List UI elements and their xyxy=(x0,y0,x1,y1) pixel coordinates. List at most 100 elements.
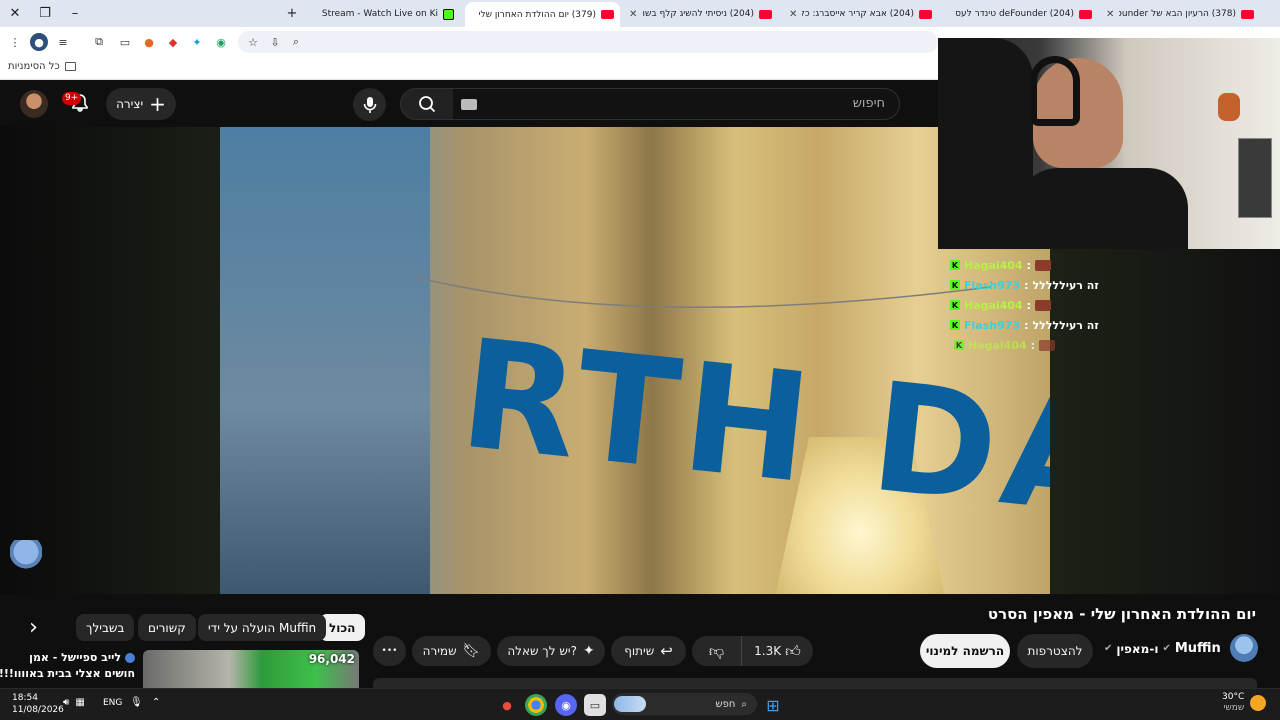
close-tab-icon[interactable]: ✕ xyxy=(1106,9,1114,20)
bookmark-star-icon[interactable]: ☆ xyxy=(244,33,262,51)
install-app-icon[interactable]: ⇩ xyxy=(266,33,284,51)
address-bar[interactable] xyxy=(238,31,938,53)
more-actions-button[interactable]: ••• xyxy=(373,636,406,666)
voice-search-button[interactable] xyxy=(353,88,386,121)
all-bookmarks-label: כל הסימניות xyxy=(8,61,60,72)
menu-dots-icon[interactable]: ⋮ xyxy=(6,33,24,51)
close-tab-icon[interactable]: ✕ xyxy=(789,9,797,20)
save-button[interactable]: שמירה 🔖︎ xyxy=(412,636,491,666)
save-label: שמירה xyxy=(422,644,457,658)
tab-title: (378) הרעיון הבא של deFounder xyxy=(1119,9,1236,19)
sun-weather-icon[interactable] xyxy=(1250,695,1266,711)
windows-start-icon[interactable]: ⊞ xyxy=(762,694,784,716)
ask-button[interactable]: יש לך שאלה? ✦ xyxy=(497,636,605,666)
kick-badge-icon: K xyxy=(950,280,960,290)
weather-temp: 30°C xyxy=(1222,692,1245,702)
browser-tab-bar: ✕ ❐ – + IGZ_ Stream - Watch Live on Ki (… xyxy=(0,0,1280,27)
close-tab-icon[interactable]: ✕ xyxy=(629,9,637,20)
browser-tab[interactable]: (204) ניסיתי להשיג קלף בשווי 00 ✕ xyxy=(623,3,778,25)
search-button[interactable] xyxy=(400,88,454,120)
kick-badge-icon: K xyxy=(950,320,960,330)
chat-username: Flash973 xyxy=(964,318,1021,332)
shelf-photos xyxy=(1238,138,1272,218)
chat-message: K Flash973: זה רעיללללל xyxy=(950,278,1099,292)
extension-green-icon[interactable]: ◉ xyxy=(212,33,230,51)
extension-red-icon[interactable]: ◆ xyxy=(164,33,182,51)
browser-tab[interactable]: (204) deFounder טינדר לעסקים xyxy=(943,3,1098,25)
screen-share-icon[interactable]: ▭ xyxy=(116,33,134,51)
emote-icon xyxy=(1035,299,1052,311)
show-hidden-icons-icon[interactable]: ⌃ xyxy=(152,697,160,708)
file-explorer-icon[interactable]: ▭ xyxy=(584,694,606,716)
search-input[interactable]: חיפוש xyxy=(453,88,900,120)
browser-tab-active[interactable]: (379) יום ההולדת האחרון שלי - מ xyxy=(465,2,620,27)
zoom-icon[interactable]: ⌕ xyxy=(287,33,305,51)
minimize-window-icon[interactable]: – xyxy=(60,0,90,27)
chrome-icon[interactable] xyxy=(525,694,547,716)
join-button[interactable]: להצטרפות xyxy=(1017,634,1093,668)
channel-name-primary: Muffin xyxy=(1174,641,1221,656)
new-tab-button[interactable]: + xyxy=(277,0,307,27)
plus-icon: + xyxy=(149,92,166,116)
chip-related[interactable]: קשורים xyxy=(138,614,196,641)
tab-title: IGZ_ Stream - Watch Live on Ki xyxy=(320,9,438,19)
notification-app-icon[interactable]: ● xyxy=(496,694,518,716)
language-indicator[interactable]: ENG xyxy=(103,698,122,708)
chat-text: זה רעיללללל xyxy=(1032,318,1099,332)
birthday-banner: RTH DAY xyxy=(414,276,1050,561)
create-label: יצירה xyxy=(116,97,144,111)
weather-desc: שמשי xyxy=(1223,703,1245,713)
kick-icon xyxy=(443,8,454,20)
recommendation-title[interactable]: לייב ספיישל - אמן חושים אצלי בבית באוווו… xyxy=(0,650,135,682)
restore-window-icon[interactable]: ❐ xyxy=(30,0,60,27)
microphone-tray-icon[interactable]: 🎙︎ xyxy=(130,697,143,708)
extension-orange-icon[interactable]: ● xyxy=(140,33,158,51)
channel-avatar[interactable] xyxy=(1230,634,1258,662)
clock[interactable]: 18:54 11/08/2026 xyxy=(12,692,64,716)
tray-icons[interactable]: 🔊︎ ▦ xyxy=(63,697,85,708)
recommendation-thumbnail[interactable]: 96,042 xyxy=(143,650,359,690)
profile-avatar-icon[interactable]: ● xyxy=(30,33,48,51)
reading-list-icon[interactable]: ≡ xyxy=(54,33,72,51)
search-placeholder: חיפוש xyxy=(852,96,885,111)
chip-uploaded-by[interactable]: הועלה על ידי Muffin xyxy=(198,614,327,641)
browser-tab[interactable]: (204) אבא קריר אייסברג: כל הה ✕ xyxy=(783,3,938,25)
subscribe-button[interactable]: הרשמה למינוי xyxy=(920,634,1010,668)
search-highlight-icon xyxy=(614,696,646,712)
create-button[interactable]: יצירה + xyxy=(106,88,176,120)
search-icon xyxy=(419,96,436,113)
bookmark-icon: 🔖︎ xyxy=(462,643,481,659)
like-button[interactable]: 1.3K 👍︎ xyxy=(742,636,813,666)
dislike-button[interactable]: 👎︎ xyxy=(692,636,742,666)
share-button[interactable]: שיתוף ↩ xyxy=(611,636,686,666)
extension-blue-icon[interactable]: ✦ xyxy=(188,33,206,51)
chip-for-you[interactable]: בשבילך xyxy=(76,614,135,641)
browser-tab[interactable]: (378) הרעיון הבא של deFounder ✕ xyxy=(1100,3,1260,25)
join-label: להצטרפות xyxy=(1027,644,1083,658)
tab-title: (204) deFounder טינדר לעסקים xyxy=(956,9,1074,19)
chat-username: Hagai404 xyxy=(964,258,1023,272)
keyboard-icon[interactable] xyxy=(461,99,477,110)
chips-next-button[interactable]: › xyxy=(20,614,47,641)
video-frame[interactable]: RTH DAY xyxy=(220,127,1050,594)
weather-widget[interactable]: 30°C שמשי xyxy=(1222,692,1244,714)
streamer-webcam xyxy=(938,38,1280,249)
kick-badge-icon: K xyxy=(950,260,960,270)
chat-message: K Flash973: זה רעיללללל xyxy=(950,318,1099,332)
extensions-icon[interactable]: ⧉ xyxy=(90,33,108,51)
subscribe-label: הרשמה למינוי xyxy=(925,644,1005,658)
chat-message: K Hagai404: xyxy=(950,296,1052,314)
verified-icon: ✔ xyxy=(1162,643,1171,654)
chat-username: Flash973 xyxy=(964,278,1021,292)
youtube-icon xyxy=(919,9,932,19)
chat-message: K Hagai404: xyxy=(950,256,1052,274)
notifications-button[interactable]: 9+ xyxy=(62,92,92,116)
close-window-icon[interactable]: ✕ xyxy=(0,0,30,27)
ask-label: יש לך שאלה? xyxy=(507,644,577,658)
channel-name[interactable]: Muffin ✔ ו-מאפין ✔ xyxy=(1104,641,1221,656)
all-bookmarks-button[interactable]: כל הסימניות xyxy=(8,61,76,72)
avatar[interactable] xyxy=(20,90,48,118)
discord-icon[interactable]: ◉ xyxy=(555,694,577,716)
recommendation-views: 96,042 xyxy=(308,652,355,666)
browser-tab[interactable]: IGZ_ Stream - Watch Live on Ki xyxy=(305,3,460,25)
